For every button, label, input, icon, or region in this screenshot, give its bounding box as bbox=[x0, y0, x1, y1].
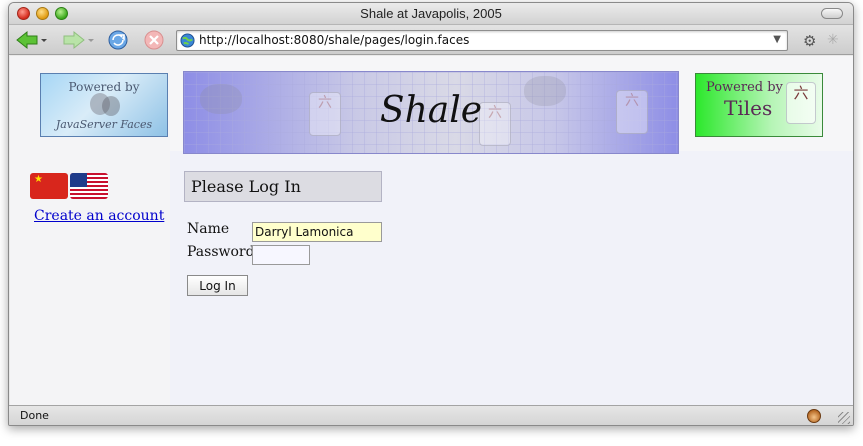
jsf-logo: Powered by JavaServer Faces bbox=[40, 73, 168, 137]
toolbar-toggle-button[interactable] bbox=[821, 8, 843, 19]
gear-icon[interactable]: ⚙ bbox=[803, 32, 816, 50]
flag-star-icon: ★ bbox=[34, 174, 43, 185]
tiles-logo-line2: Tiles bbox=[724, 96, 773, 120]
stop-button[interactable] bbox=[143, 29, 165, 51]
jsf-logo-line2: JavaServer Faces bbox=[55, 118, 153, 131]
reload-icon bbox=[108, 30, 128, 50]
status-text: Done bbox=[20, 409, 49, 422]
stop-icon bbox=[144, 30, 164, 50]
title-bar: Shale at Javapolis, 2005 bbox=[9, 3, 853, 25]
password-label: Password bbox=[187, 244, 255, 260]
forward-arrow-icon bbox=[63, 30, 94, 50]
url-text[interactable]: http://localhost:8080/shale/pages/login.… bbox=[199, 33, 469, 47]
login-button[interactable]: Log In bbox=[187, 275, 248, 296]
reload-button[interactable] bbox=[107, 29, 129, 51]
address-bar[interactable]: http://localhost:8080/shale/pages/login.… bbox=[176, 30, 788, 51]
resize-grip-icon[interactable] bbox=[838, 412, 850, 424]
forward-button[interactable] bbox=[62, 29, 96, 51]
monkey-face-icon bbox=[807, 409, 821, 423]
tiles-logo: Powered by Tiles 六 bbox=[695, 73, 823, 137]
browser-toolbar: http://localhost:8080/shale/pages/login.… bbox=[9, 25, 853, 55]
back-arrow-icon bbox=[16, 30, 47, 50]
url-dropdown-icon[interactable]: ▼ bbox=[773, 34, 781, 45]
login-heading: Please Log In bbox=[184, 171, 382, 202]
back-button[interactable] bbox=[15, 29, 49, 51]
tiles-logo-line1: Powered by bbox=[706, 80, 783, 95]
china-flag-icon[interactable]: ★ bbox=[30, 173, 68, 199]
password-input[interactable] bbox=[252, 245, 310, 265]
status-bar: Done bbox=[9, 405, 853, 425]
theater-masks-icon bbox=[90, 93, 120, 116]
mahjong-tile-icon: 六 bbox=[786, 82, 816, 124]
page-content: Powered by JavaServer Faces 六 六 六 Shale … bbox=[10, 56, 853, 405]
window-title: Shale at Javapolis, 2005 bbox=[360, 6, 502, 21]
banner-title: Shale bbox=[379, 90, 483, 131]
name-label: Name bbox=[187, 221, 230, 237]
browser-window: Shale at Javapolis, 2005 http://localhos… bbox=[8, 2, 854, 426]
us-flag-icon[interactable] bbox=[70, 173, 108, 199]
flag-canton bbox=[70, 173, 87, 187]
name-input[interactable] bbox=[252, 222, 382, 242]
globe-icon bbox=[180, 33, 195, 48]
loading-spinner-icon: ✳ bbox=[827, 32, 839, 48]
shale-banner: 六 六 六 Shale bbox=[183, 71, 679, 154]
create-account-link[interactable]: Create an account bbox=[34, 208, 164, 224]
